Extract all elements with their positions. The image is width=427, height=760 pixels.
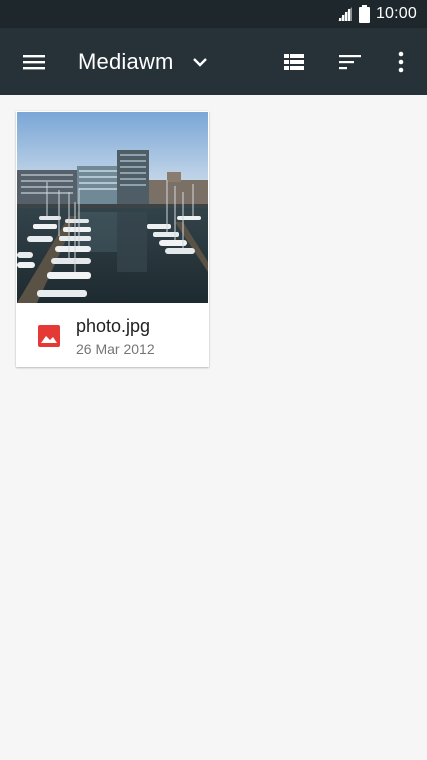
signal-icon — [337, 7, 352, 21]
battery-icon — [358, 5, 370, 23]
toolbar: Mediawm — [0, 28, 427, 95]
more-options-button[interactable] — [377, 28, 425, 95]
file-name: photo.jpg — [76, 316, 151, 336]
status-time: 10:00 — [375, 5, 417, 22]
list-view-icon — [284, 53, 304, 70]
screen: 10:00 Mediawm photo.jpg 26 Mar 2012 — [0, 0, 427, 760]
sort-button[interactable] — [326, 28, 374, 95]
page-title: Mediawm — [78, 48, 174, 74]
file-grid: photo.jpg 26 Mar 2012 — [0, 95, 427, 760]
file-date: 26 Mar 2012 — [76, 341, 155, 357]
more-vert-icon — [398, 51, 404, 72]
chevron-down-icon — [192, 57, 207, 67]
folder-selector[interactable]: Mediawm — [78, 28, 208, 95]
image-icon — [38, 325, 60, 347]
status-bar: 10:00 — [0, 0, 427, 28]
file-card[interactable]: photo.jpg 26 Mar 2012 — [16, 111, 209, 367]
list-view-button[interactable] — [270, 28, 318, 95]
photo-thumbnail — [17, 112, 208, 303]
file-card-footer: photo.jpg 26 Mar 2012 — [16, 303, 209, 367]
sort-icon — [339, 54, 361, 69]
status-right: 10:00 — [337, 0, 417, 28]
menu-button[interactable] — [10, 28, 58, 95]
menu-icon — [23, 54, 45, 69]
